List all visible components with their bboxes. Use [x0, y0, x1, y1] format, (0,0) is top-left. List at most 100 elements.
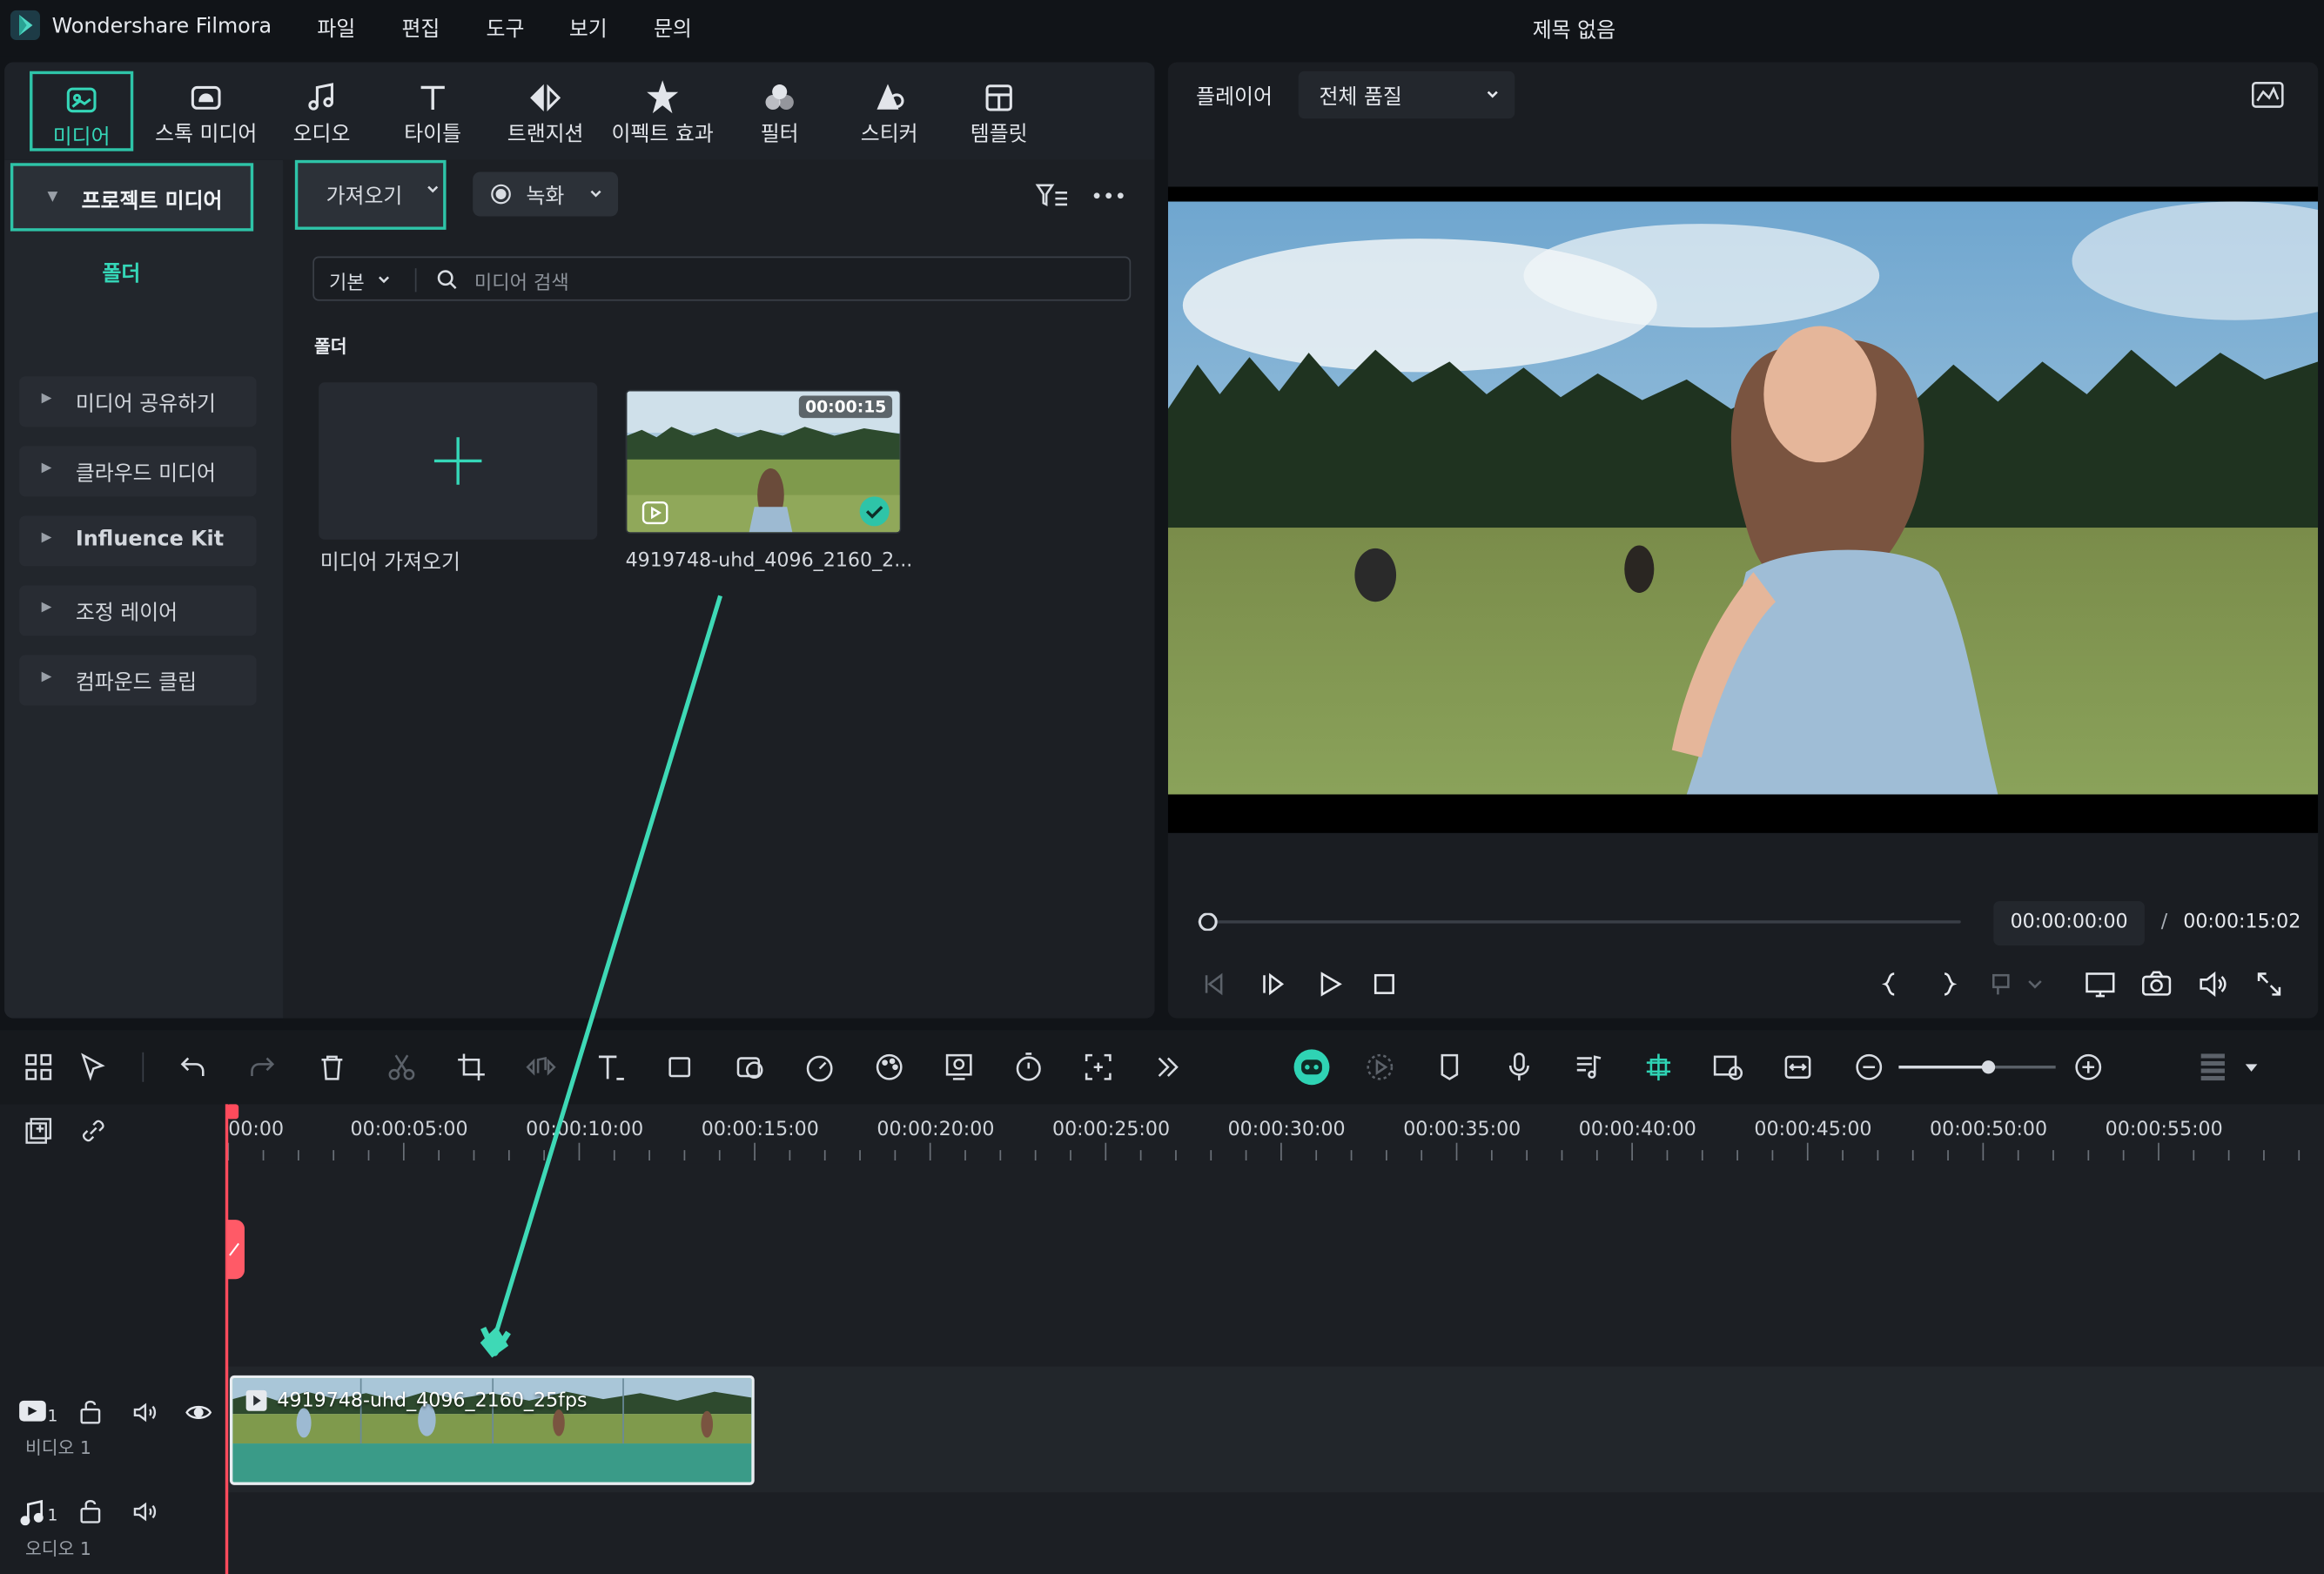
snapshot-camera-icon[interactable] — [2139, 966, 2174, 1002]
menu-view[interactable]: 보기 — [569, 13, 608, 43]
scopes-icon[interactable] — [2250, 80, 2286, 110]
cut-scissors-icon[interactable] — [386, 1051, 418, 1083]
mark-in-icon[interactable] — [1873, 966, 1909, 1002]
link-icon[interactable] — [78, 1116, 108, 1146]
search-input[interactable]: 미디어 검색 — [474, 266, 569, 295]
ruler-label: 00:00:35:00 — [1403, 1119, 1521, 1141]
sidebar-item-influence-kit[interactable]: ▶ Influence Kit — [19, 515, 257, 567]
import-dropdown[interactable]: 가져오기 — [294, 159, 447, 230]
player-panel: 플레이어 전체 품질 00:00:00:00 / 00:00:15:02 — [1167, 62, 2319, 1019]
track-layout-icon[interactable] — [2197, 1051, 2229, 1083]
mark-out-icon[interactable] — [1930, 966, 1965, 1002]
menu-file[interactable]: 파일 — [317, 13, 355, 43]
timer-icon[interactable] — [1012, 1051, 1044, 1083]
previous-frame-icon[interactable] — [1198, 966, 1233, 1002]
tab-stickers[interactable]: 스티커 — [850, 71, 930, 151]
more-tools-chevron-icon[interactable] — [1152, 1051, 1184, 1083]
zoom-out-icon[interactable] — [1853, 1051, 1885, 1083]
mask-icon[interactable] — [734, 1051, 766, 1083]
sidebar-item-project-media[interactable]: ▼ 프로젝트 미디어 — [10, 163, 254, 232]
shape-rectangle-icon[interactable] — [664, 1051, 696, 1083]
video-preview[interactable] — [1167, 186, 2319, 833]
fullscreen-icon[interactable] — [2252, 966, 2287, 1002]
microphone-icon[interactable] — [1503, 1051, 1535, 1083]
document-title: 제목 없음 — [1532, 19, 1616, 44]
add-track-icon[interactable] — [24, 1116, 53, 1146]
quality-dropdown[interactable]: 전체 품질 — [1298, 71, 1515, 119]
media-sidebar: ▼ 프로젝트 미디어 폴더 ▶ 미디어 공유하기 ▶ 클라우드 미디어 ▶ In… — [4, 159, 284, 1019]
speaker-icon[interactable] — [131, 1397, 160, 1427]
audio-track-row[interactable] — [225, 1492, 2324, 1574]
speed-icon[interactable] — [803, 1051, 836, 1083]
sidebar-item-compound-clip[interactable]: ▶ 컴파운드 클립 — [19, 655, 257, 706]
text-icon[interactable] — [594, 1051, 627, 1083]
empty-track-area[interactable] — [225, 1163, 2324, 1367]
menu-edit[interactable]: 편집 — [401, 13, 440, 43]
audio-mix-icon[interactable] — [1573, 1051, 1605, 1083]
magnetic-snap-icon[interactable] — [1642, 1051, 1675, 1083]
tab-transitions[interactable]: 트랜지션 — [494, 71, 597, 151]
sidebar-item-media-share[interactable]: ▶ 미디어 공유하기 — [19, 376, 257, 427]
import-media-tile[interactable] — [319, 382, 598, 540]
fit-timeline-icon[interactable] — [1782, 1051, 1814, 1083]
select-pointer-icon[interactable] — [77, 1051, 110, 1083]
marker-icon[interactable] — [1434, 1051, 1466, 1083]
tab-effects[interactable]: 이펙트 효과 — [601, 71, 723, 151]
zoom-in-icon[interactable] — [2072, 1051, 2105, 1083]
sidebar-item-adjustment-layer[interactable]: ▶ 조정 레이어 — [19, 585, 257, 636]
preview-quality-icon[interactable] — [1712, 1051, 1744, 1083]
playhead-split-marker[interactable] — [226, 1220, 245, 1280]
sticker-icon — [871, 80, 907, 116]
play-icon[interactable] — [1312, 966, 1347, 1002]
current-time-display[interactable]: 00:00:00:00 — [1993, 901, 2145, 946]
chevron-down-icon[interactable] — [2025, 969, 2060, 1005]
playhead[interactable] — [225, 1104, 229, 1574]
filter-sort-icon[interactable] — [1035, 181, 1071, 211]
media-panel: 미디어 스톡 미디어 오디오 타이틀 트랜지션 이펙트 효과 필터 스티커 템플… — [4, 62, 1155, 1019]
tab-stock-media[interactable]: 스톡 미디어 — [147, 71, 265, 151]
next-frame-icon[interactable] — [1255, 966, 1291, 1002]
tab-titles[interactable]: 타이틀 — [394, 71, 472, 151]
tab-filters[interactable]: 필터 — [749, 71, 811, 151]
layout-grid-icon[interactable] — [23, 1051, 55, 1083]
tab-templates[interactable]: 템플릿 — [957, 71, 1040, 151]
volume-icon[interactable] — [2195, 966, 2231, 1002]
filmora-logo-icon — [9, 9, 41, 41]
zoom-slider[interactable] — [1898, 1059, 2056, 1074]
audio-transition-icon[interactable] — [525, 1051, 557, 1083]
sidebar-item-cloud-media[interactable]: ▶ 클라우드 미디어 — [19, 446, 257, 497]
insert-clip-icon[interactable] — [1986, 966, 2022, 1002]
undo-icon[interactable] — [177, 1051, 209, 1083]
render-preview-icon[interactable] — [1364, 1051, 1396, 1083]
import-media-label: 미디어 가져오기 — [319, 551, 460, 575]
color-palette-icon[interactable] — [873, 1051, 905, 1083]
playback-scrubber[interactable] — [1197, 912, 1961, 932]
lock-icon[interactable] — [76, 1497, 105, 1526]
clip-filename: 4919748-uhd_4096_2160_2... — [625, 549, 913, 573]
menu-tools[interactable]: 도구 — [487, 13, 525, 43]
record-dropdown[interactable]: 녹화 — [473, 172, 619, 217]
lock-icon[interactable] — [76, 1397, 105, 1427]
playhead-handle[interactable] — [226, 1104, 239, 1120]
timeline-ruler[interactable]: 00:00 00:00:05:00 00:00:10:00 00:00:15:00 00… — [225, 1104, 2324, 1164]
crop-icon[interactable] — [455, 1051, 487, 1083]
speaker-icon[interactable] — [131, 1497, 160, 1526]
tab-media[interactable]: 미디어 — [30, 71, 134, 151]
menu-help[interactable]: 문의 — [654, 13, 692, 43]
stop-icon[interactable] — [1367, 966, 1402, 1002]
delete-icon[interactable] — [316, 1051, 348, 1083]
more-options-icon[interactable] — [1091, 181, 1126, 211]
timeline-video-clip[interactable]: 4919748-uhd_4096_2160_25fps — [229, 1375, 755, 1485]
sort-dropdown[interactable]: 기본 — [329, 266, 365, 295]
display-settings-icon[interactable] — [2082, 966, 2118, 1002]
divider — [414, 268, 417, 293]
tab-audio[interactable]: 오디오 — [286, 71, 358, 151]
caret-down-icon[interactable] — [2241, 1051, 2274, 1083]
sidebar-item-folder[interactable]: 폴더 — [102, 258, 140, 287]
ai-copilot-icon[interactable] — [1293, 1048, 1331, 1086]
redo-icon[interactable] — [246, 1051, 279, 1083]
media-clip-thumbnail[interactable]: 00:00:15 — [625, 389, 902, 534]
ai-portrait-icon[interactable] — [943, 1051, 975, 1083]
eye-icon[interactable] — [184, 1397, 213, 1427]
auto-reframe-icon[interactable] — [1082, 1051, 1114, 1083]
